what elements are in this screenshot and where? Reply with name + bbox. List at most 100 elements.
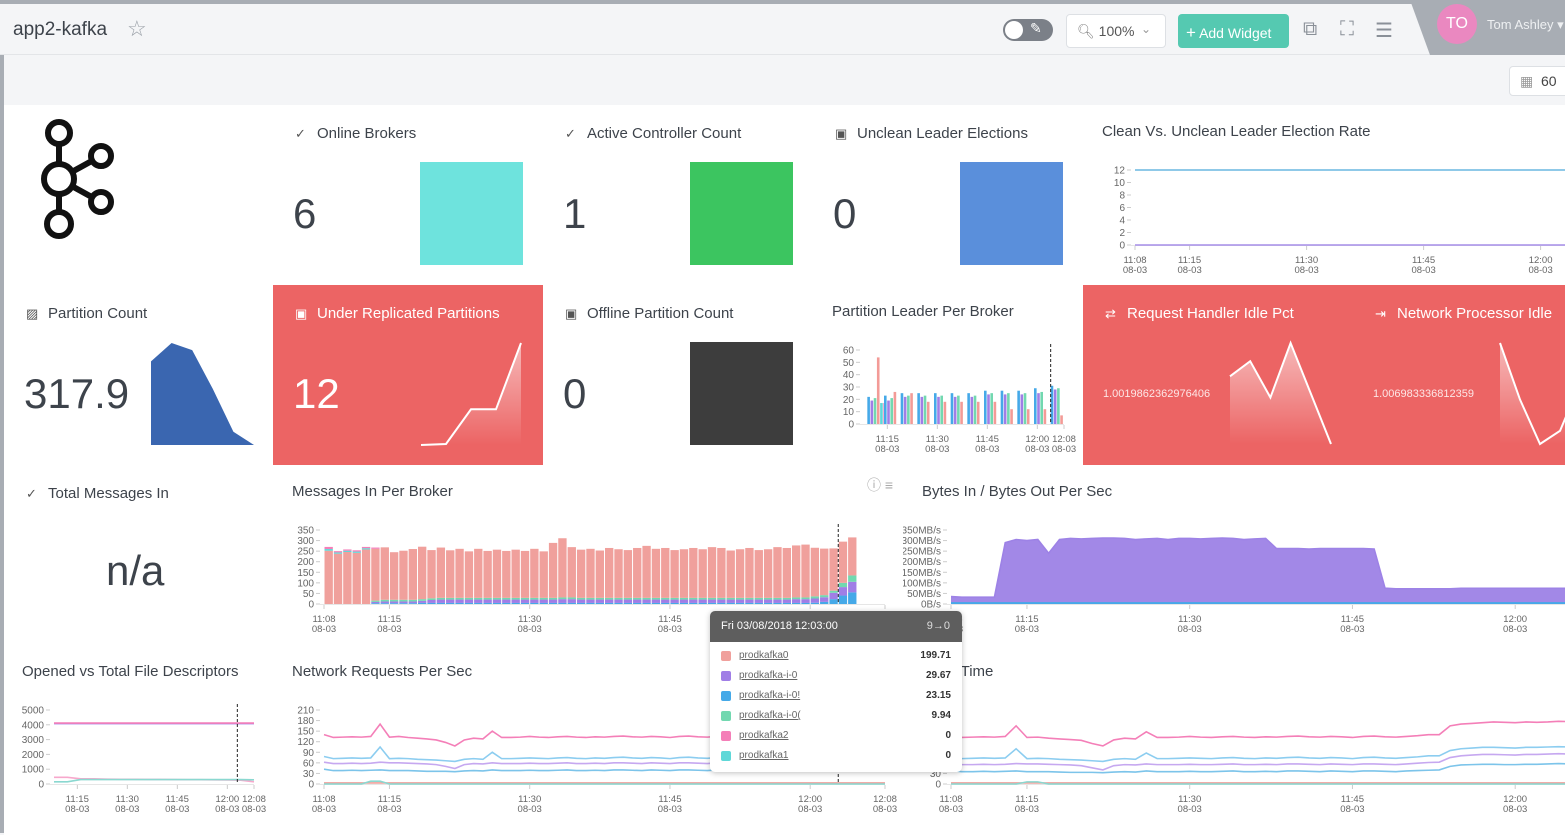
bar-segment bbox=[801, 602, 810, 604]
y-tick-label: 0 bbox=[308, 780, 314, 791]
chart-title: Bytes In / Bytes Out Per Sec bbox=[922, 483, 1113, 500]
bar-segment bbox=[605, 602, 614, 604]
bar-segment bbox=[698, 599, 707, 603]
status-swatch bbox=[960, 162, 1063, 265]
tooltip-sort-toggle[interactable]: 9→0 bbox=[927, 620, 950, 632]
y-tick-label: 250MB/s bbox=[903, 547, 941, 558]
avatar[interactable]: TO bbox=[1437, 4, 1477, 44]
bar-segment bbox=[511, 597, 520, 600]
bar-segment bbox=[399, 599, 408, 602]
date-range-button[interactable]: ▦ 60 bbox=[1509, 66, 1565, 96]
series-name[interactable]: prodkafka-i-0( bbox=[739, 710, 801, 721]
bar-segment bbox=[427, 599, 436, 603]
bar-segment bbox=[483, 550, 492, 598]
series-name[interactable]: prodkafka1 bbox=[739, 750, 788, 761]
user-menu[interactable]: Tom Ashley ▾ bbox=[1487, 17, 1564, 33]
info-icon[interactable]: ⓘ bbox=[867, 477, 881, 493]
bar bbox=[880, 403, 883, 424]
status-swatch bbox=[690, 342, 793, 445]
series-name[interactable]: prodkafka2 bbox=[739, 730, 788, 741]
edit-mode-toggle[interactable]: ✎ bbox=[1003, 19, 1053, 41]
bar bbox=[887, 400, 890, 424]
chart-title: Opened vs Total File Descriptors bbox=[22, 663, 239, 680]
x-tick-date: 08-03 bbox=[1503, 624, 1527, 635]
bar-segment bbox=[679, 549, 689, 598]
bar bbox=[993, 401, 997, 424]
fullscreen-icon[interactable]: ⛶ bbox=[1340, 18, 1354, 41]
y-tick-label: 0 bbox=[935, 780, 941, 791]
bar-segment bbox=[820, 601, 829, 604]
bar-segment bbox=[333, 552, 343, 554]
y-tick-label: 100 bbox=[297, 578, 314, 589]
bar bbox=[1026, 409, 1030, 424]
bar-segment bbox=[820, 548, 829, 596]
bar-segment bbox=[530, 602, 539, 604]
bar-segment bbox=[820, 595, 829, 598]
x-tick-date: 08-03 bbox=[1123, 265, 1147, 276]
bar-segment bbox=[670, 597, 679, 600]
bar-segment bbox=[848, 575, 857, 582]
x-tick-date: 08-03 bbox=[65, 804, 89, 815]
series-name[interactable]: prodkafka-i-0! bbox=[739, 690, 800, 701]
bar-segment bbox=[633, 547, 642, 598]
x-tick-date: 08-03 bbox=[1015, 624, 1039, 635]
series-name[interactable]: prodkafka0 bbox=[739, 650, 788, 661]
bar-segment bbox=[408, 599, 417, 602]
bar-segment bbox=[464, 551, 474, 598]
bar-segment bbox=[623, 599, 633, 603]
y-tick-label: 150MB/s bbox=[903, 568, 941, 579]
star-icon[interactable]: ☆ bbox=[127, 16, 147, 42]
bar-segment bbox=[389, 603, 399, 604]
bar-segment bbox=[586, 599, 595, 603]
bar bbox=[893, 391, 897, 424]
y-tick-label: 300MB/s bbox=[903, 536, 941, 547]
bar-segment bbox=[418, 599, 427, 601]
bar bbox=[953, 396, 957, 424]
top-bar: app2-kafka ☆ ✎ 🔍︎ 100% ⌄ + Add Widget ⧉ ⛶… bbox=[0, 4, 1565, 55]
series-name[interactable]: prodkafka-i-0 bbox=[739, 670, 797, 681]
bar-segment bbox=[483, 599, 492, 603]
bar-segment bbox=[614, 597, 623, 600]
bar-segment bbox=[754, 602, 763, 604]
add-widget-button[interactable]: + Add Widget bbox=[1178, 14, 1289, 48]
bar-segment bbox=[848, 537, 857, 576]
bar-segment bbox=[502, 602, 511, 604]
x-tick-date: 08-03 bbox=[1052, 444, 1076, 455]
bar-segment bbox=[352, 551, 361, 553]
x-tick-date: 08-03 bbox=[1340, 624, 1364, 635]
bar-segment bbox=[679, 599, 689, 603]
zoom-select[interactable]: 🔍︎ 100% ⌄ bbox=[1066, 14, 1166, 48]
series-value: 29.67 bbox=[925, 670, 951, 681]
menu-icon[interactable]: ≡ bbox=[885, 477, 893, 493]
bar-segment bbox=[661, 602, 670, 604]
bar-segment bbox=[361, 546, 371, 549]
external-link-icon[interactable]: ⧉ bbox=[1303, 18, 1317, 41]
y-tick-label: 4 bbox=[1119, 216, 1125, 227]
bar bbox=[1017, 390, 1020, 424]
bar bbox=[900, 393, 904, 424]
next-row-panel bbox=[4, 825, 454, 835]
bar bbox=[934, 393, 937, 424]
bar-segment bbox=[726, 599, 735, 603]
bar-segment bbox=[502, 550, 511, 598]
bar bbox=[1060, 415, 1063, 424]
bar-segment bbox=[726, 597, 735, 600]
bar-segment bbox=[595, 599, 604, 603]
x-tick-date: 08-03 bbox=[1177, 265, 1201, 276]
bar-segment bbox=[455, 602, 464, 604]
check-icon: ✓ bbox=[565, 126, 576, 141]
menu-icon[interactable]: ☰ bbox=[1375, 18, 1393, 43]
bar bbox=[920, 396, 924, 424]
x-tick-date: 08-03 bbox=[377, 804, 401, 815]
bar bbox=[1053, 389, 1057, 424]
next-row-panel bbox=[453, 825, 904, 835]
bar-segment bbox=[558, 599, 567, 603]
bar-segment bbox=[464, 602, 474, 604]
bar bbox=[1007, 393, 1010, 424]
bar-segment bbox=[679, 597, 689, 600]
calendar-icon: ▦ bbox=[1520, 73, 1534, 89]
partition-count-tile: ▨ Partition Count 317.9 bbox=[4, 285, 274, 466]
bar-segment bbox=[511, 602, 520, 604]
bar-segment bbox=[511, 549, 520, 598]
bar-segment bbox=[623, 597, 633, 600]
